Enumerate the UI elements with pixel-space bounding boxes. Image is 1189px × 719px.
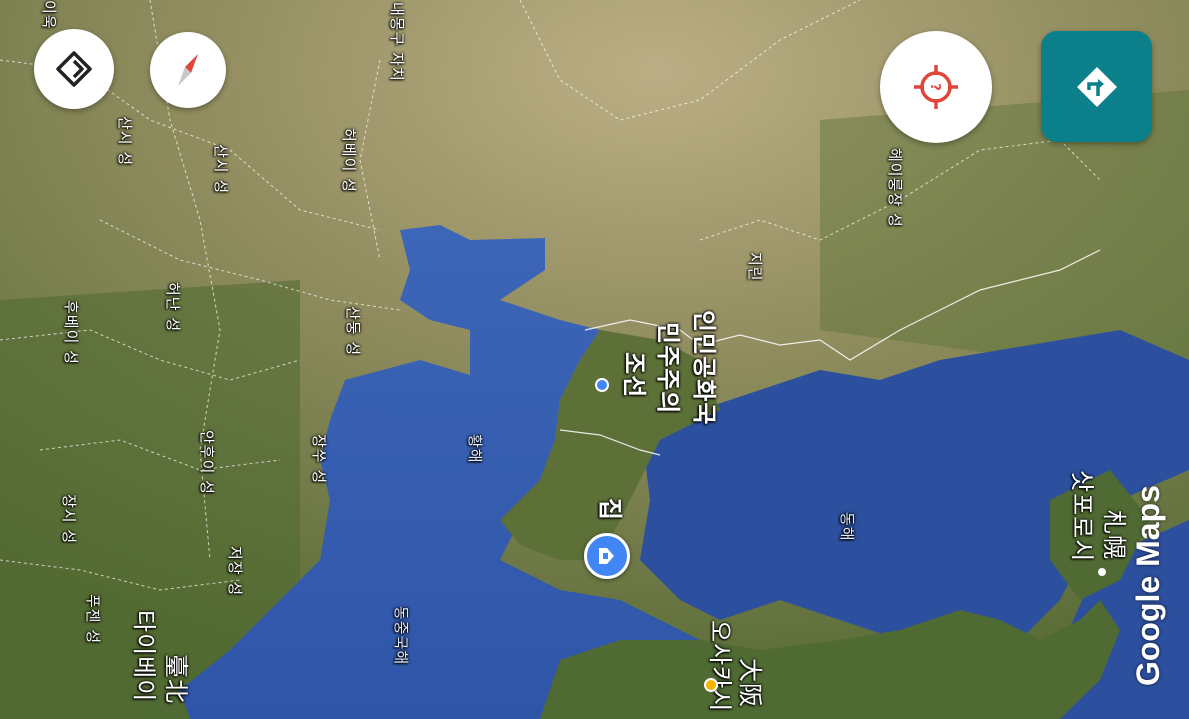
label-inner-top: 이욱 (40, 0, 58, 30)
label-naemonggu: 내몽구 자치 (388, 2, 406, 82)
label-hebei: 허베이 성 (340, 128, 358, 193)
label-hubei: 후베이 성 (62, 300, 80, 365)
home-marker[interactable] (584, 533, 630, 579)
label-east-china-sea: 동중국해 (392, 606, 410, 666)
label-jiangsu: 장쑤 성 (310, 434, 328, 485)
sapporo-dot[interactable] (1098, 568, 1106, 576)
google-maps-watermark: Google Maps (1130, 485, 1166, 686)
label-jiangxi: 장시 성 (60, 494, 78, 545)
label-taipei-zh: 臺北 (162, 654, 190, 704)
label-shanxi-1: 산시 성 (116, 116, 134, 167)
label-heilongjiang: 헤이룽장 성 (886, 148, 904, 228)
directions-button[interactable] (34, 29, 114, 109)
label-sapporo-ko: 삿포로시 (1068, 470, 1096, 563)
label-dprk-1: 조선 (620, 352, 648, 399)
label-shandong: 산둥 성 (344, 306, 362, 357)
turn-direction-icon (1076, 66, 1117, 107)
label-shanxi-2: 산시 성 (212, 144, 230, 195)
navigate-button[interactable] (1041, 31, 1152, 142)
locate-crosshair-icon: ? (914, 65, 958, 109)
label-sapporo-zh: 札幌 (1100, 510, 1128, 560)
location-dot[interactable] (595, 378, 609, 392)
label-east-sea: 동해 (838, 512, 856, 542)
osaka-dot[interactable] (704, 678, 718, 692)
locate-button[interactable]: ? (880, 31, 992, 143)
compass-button[interactable] (150, 32, 226, 108)
satellite-map[interactable] (0, 0, 1189, 719)
label-henan: 허난 성 (164, 282, 182, 333)
label-home: 집 (596, 498, 624, 522)
directions-diamond-icon (56, 51, 92, 87)
label-fujian: 푸젠 성 (84, 594, 102, 645)
label-dprk-3: 인민공화국 (690, 310, 718, 426)
home-icon (599, 548, 614, 564)
label-anhui: 안후이 성 (198, 430, 216, 495)
label-yellow-sea: 황해 (466, 434, 484, 464)
label-zhejiang: 저장 성 (226, 546, 244, 597)
compass-icon (178, 54, 198, 86)
label-dprk-2: 민주주의 (654, 322, 682, 415)
label-osaka-zh: 大阪 (736, 658, 764, 708)
label-jilin: 지린 (746, 252, 764, 282)
svg-text:?: ? (927, 83, 942, 91)
label-taipei-ko: 타이베이 (130, 610, 158, 703)
